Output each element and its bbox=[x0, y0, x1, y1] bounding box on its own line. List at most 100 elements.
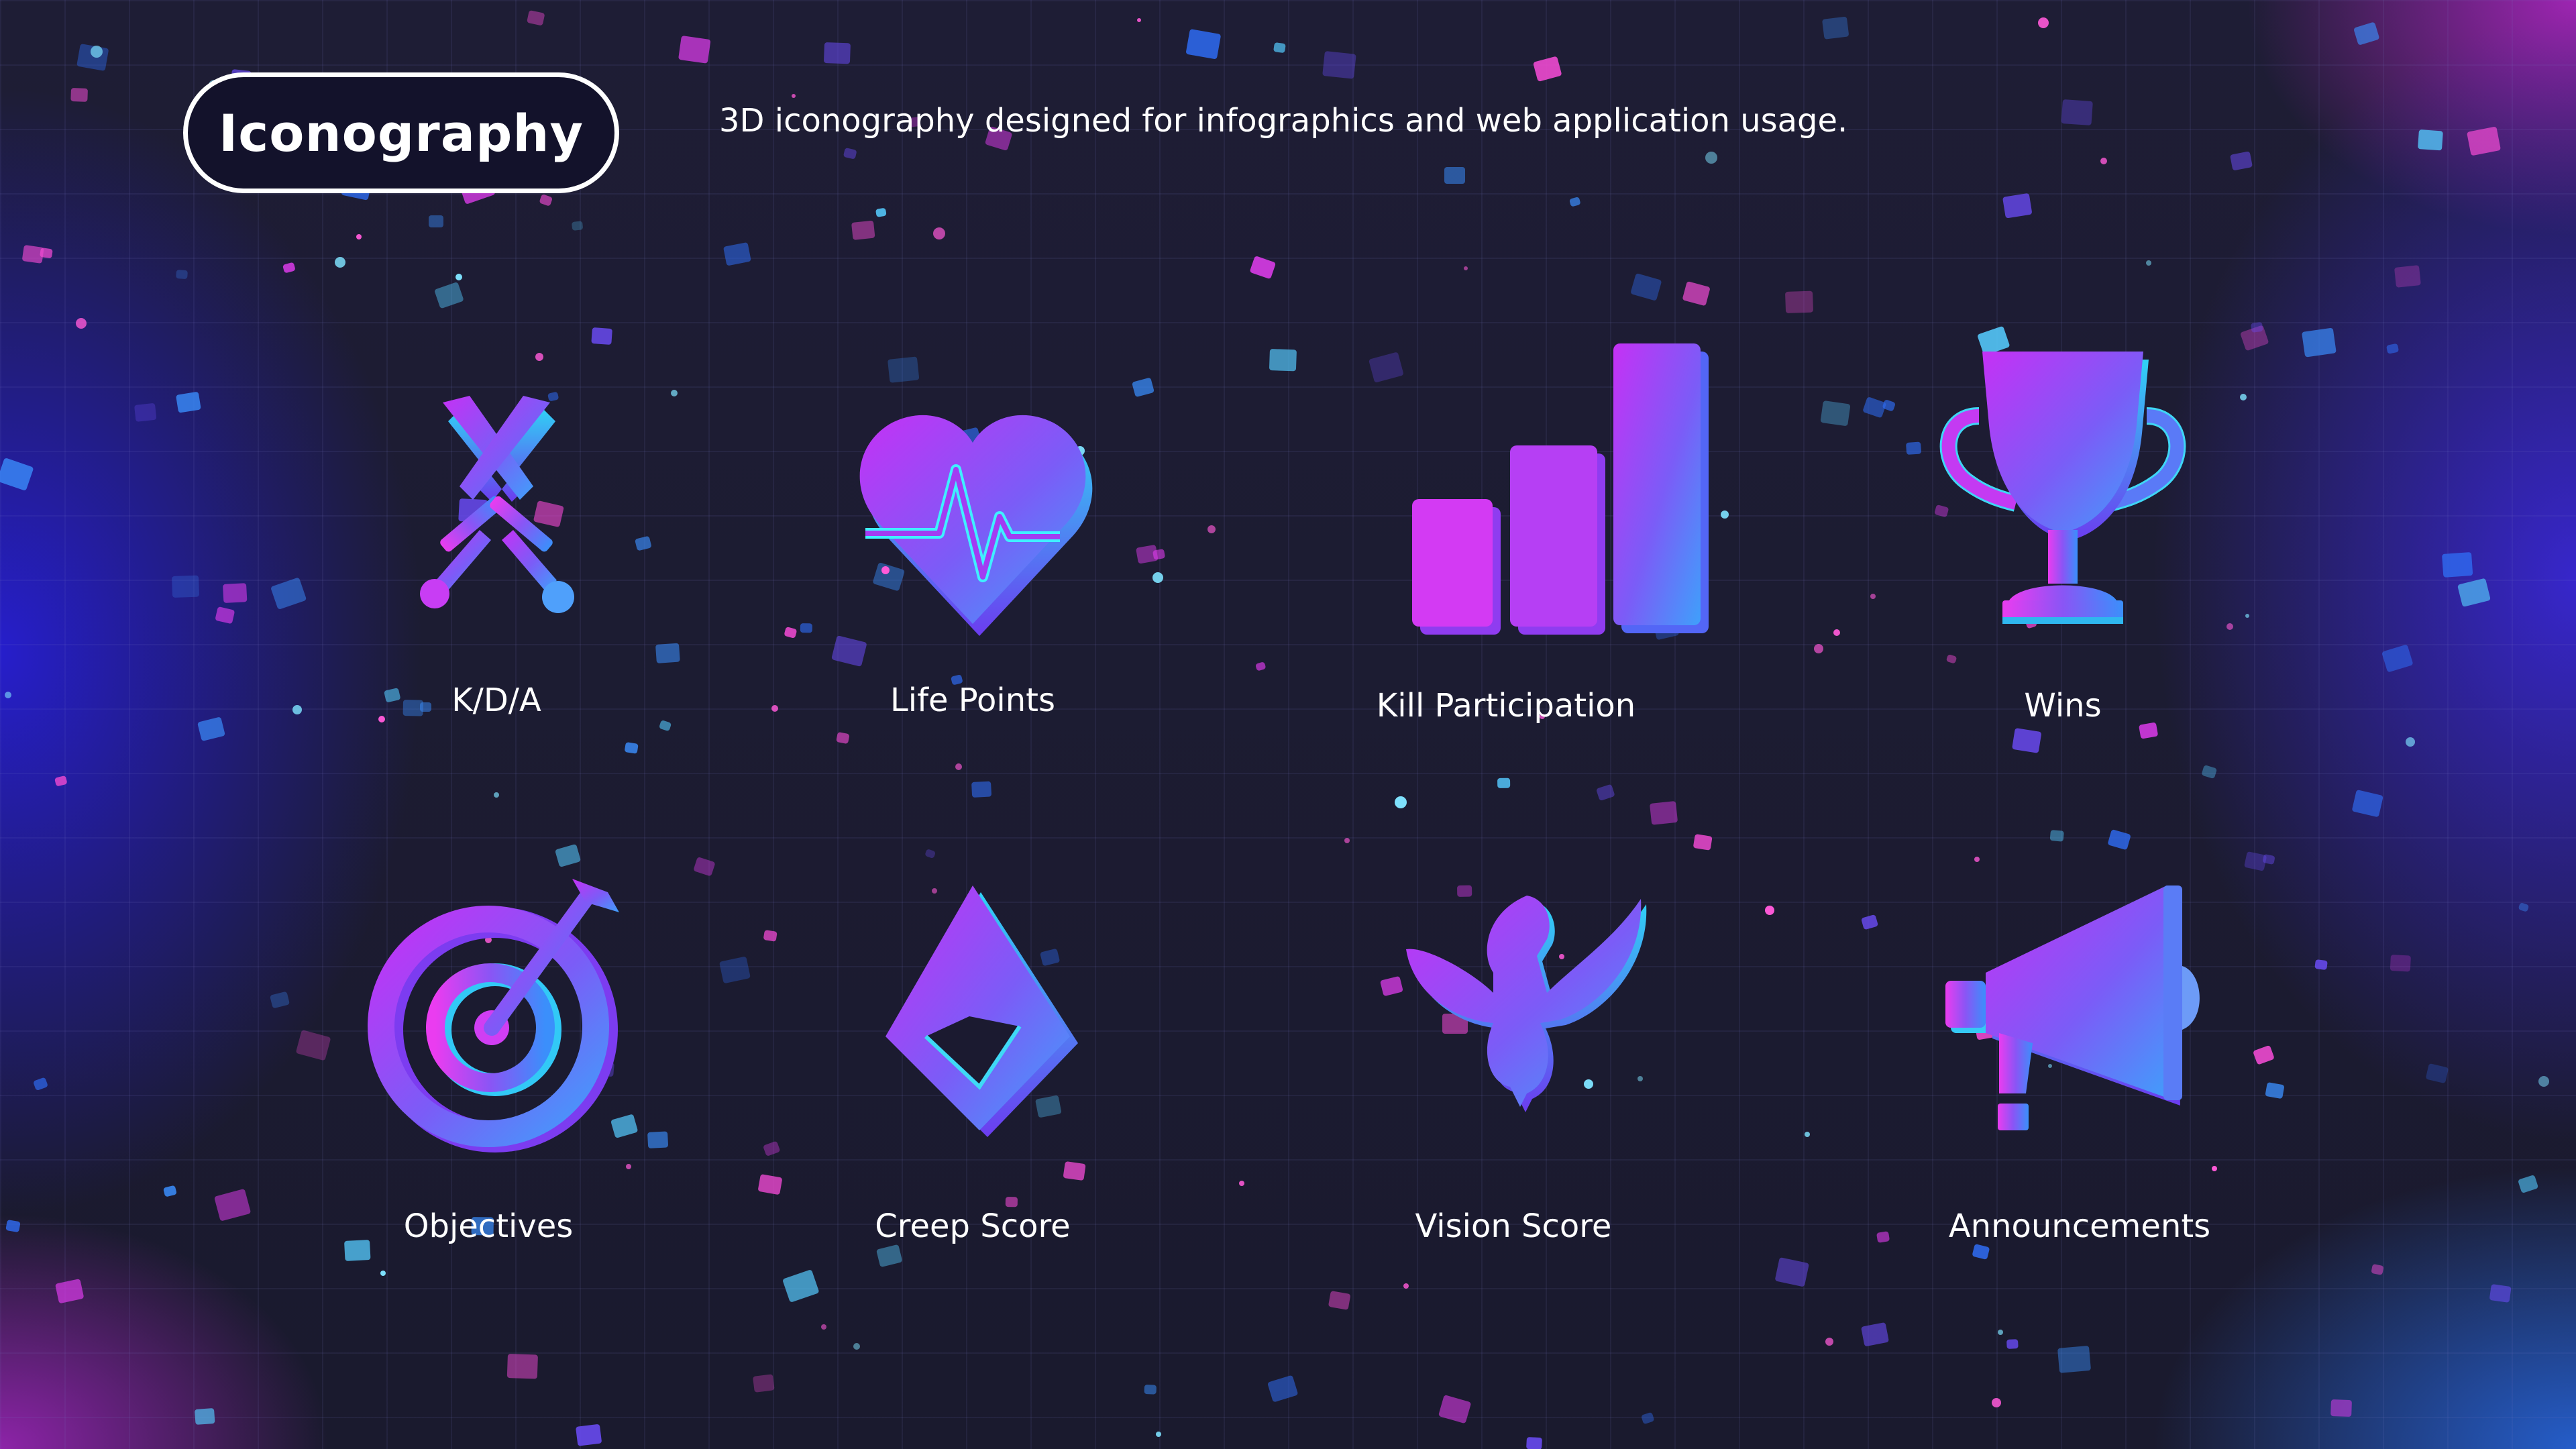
background-particle bbox=[1273, 42, 1286, 53]
background-dot bbox=[2538, 1076, 2549, 1087]
background-particle bbox=[195, 1408, 215, 1425]
background-particle bbox=[223, 583, 248, 603]
background-particle bbox=[172, 575, 199, 598]
background-particle bbox=[214, 1189, 251, 1221]
crossed-swords-icon bbox=[420, 396, 574, 613]
background-particle bbox=[54, 775, 67, 786]
background-dot bbox=[356, 234, 362, 239]
background-dot bbox=[1137, 18, 1141, 22]
background-dot bbox=[792, 94, 796, 98]
background-particle bbox=[1144, 1385, 1157, 1395]
background-particle bbox=[1255, 662, 1266, 671]
background-particle bbox=[576, 1424, 602, 1446]
background-particle bbox=[2006, 1339, 2019, 1349]
background-dot bbox=[5, 692, 11, 698]
icon-tile-life-points: Life Points bbox=[771, 376, 1174, 778]
background-particle bbox=[435, 282, 464, 309]
background-particle bbox=[197, 717, 225, 741]
background-dot bbox=[933, 227, 945, 239]
background-particle bbox=[1820, 400, 1851, 426]
background-particle bbox=[539, 195, 552, 206]
page-title: Iconography bbox=[218, 103, 584, 163]
background-particle bbox=[572, 221, 583, 231]
background-particle bbox=[694, 857, 715, 876]
background-particle bbox=[591, 327, 612, 345]
background-particle bbox=[2390, 955, 2411, 972]
megaphone-icon bbox=[1945, 885, 2200, 1130]
background-particle bbox=[1444, 167, 1465, 184]
background-particle bbox=[2302, 327, 2337, 358]
background-particle bbox=[2057, 1346, 2091, 1373]
icon-label: Kill Participation bbox=[1376, 687, 1636, 724]
background-particle bbox=[34, 1077, 48, 1090]
background-particle bbox=[1642, 1412, 1654, 1424]
background-particle bbox=[843, 148, 857, 159]
background-particle bbox=[2371, 1264, 2383, 1275]
background-particle bbox=[1328, 1291, 1350, 1310]
background-particle bbox=[2049, 830, 2064, 842]
background-particle bbox=[2314, 959, 2328, 970]
background-particle bbox=[2230, 151, 2253, 170]
background-particle bbox=[527, 10, 545, 25]
background-particle bbox=[2518, 903, 2529, 912]
background-dot bbox=[1395, 796, 1407, 808]
background-particle bbox=[925, 849, 936, 858]
background-particle bbox=[1497, 777, 1511, 788]
icon-label: Life Points bbox=[890, 682, 1055, 719]
background-dot bbox=[494, 792, 499, 798]
icon-label: Vision Score bbox=[1415, 1208, 1612, 1245]
background-particle bbox=[2426, 1063, 2449, 1083]
background-dot bbox=[2100, 158, 2107, 164]
background-particle bbox=[971, 781, 991, 798]
icon-tile-creep-score: Creep Score bbox=[771, 872, 1174, 1275]
background-particle bbox=[2386, 343, 2399, 354]
background-particle bbox=[1861, 914, 1878, 930]
background-particle bbox=[1267, 1375, 1298, 1402]
background-particle bbox=[1650, 801, 1678, 825]
bar-chart-icon bbox=[1412, 343, 1709, 635]
background-particle bbox=[2352, 790, 2383, 817]
background-dot bbox=[1403, 1283, 1409, 1289]
page-subtitle: 3D iconography designed for infographics… bbox=[719, 102, 1848, 140]
background-particle bbox=[176, 392, 201, 413]
background-dot bbox=[2146, 260, 2151, 266]
background-dot bbox=[1805, 1132, 1810, 1137]
background-particle bbox=[555, 844, 581, 867]
background-dot bbox=[335, 257, 345, 268]
background-particle bbox=[1322, 51, 1356, 79]
background-particle bbox=[429, 215, 443, 227]
icon-tile-kill-participation: Kill Participation bbox=[1305, 343, 1709, 778]
background-particle bbox=[875, 208, 887, 217]
background-dot bbox=[1705, 152, 1717, 164]
background-particle bbox=[1438, 1395, 1471, 1424]
icon-label: Announcements bbox=[1948, 1208, 2211, 1245]
background-particle bbox=[2457, 578, 2491, 607]
background-dot bbox=[1721, 511, 1729, 519]
background-particle bbox=[824, 42, 851, 64]
background-particle bbox=[851, 220, 875, 240]
background-dot bbox=[91, 46, 103, 58]
background-particle bbox=[282, 262, 295, 273]
icon-tile-kda: K/D/A bbox=[295, 376, 698, 778]
background-particle bbox=[2442, 552, 2473, 578]
background-particle bbox=[1597, 784, 1615, 801]
target-icon bbox=[368, 879, 619, 1152]
icon-tile-wins: Wins bbox=[1862, 352, 2264, 778]
background-particle bbox=[2394, 265, 2421, 288]
background-particle bbox=[2251, 322, 2263, 333]
background-particle bbox=[2002, 193, 2032, 219]
background-dot bbox=[1344, 838, 1350, 843]
icon-label: Wins bbox=[2024, 687, 2102, 724]
background-dot bbox=[1208, 525, 1216, 533]
background-particle bbox=[5, 1220, 21, 1232]
background-particle bbox=[2244, 851, 2267, 871]
background-particle bbox=[753, 1374, 775, 1393]
background-particle bbox=[134, 403, 157, 422]
title-pill: Iconography bbox=[183, 72, 619, 193]
icon-label: Objectives bbox=[403, 1208, 574, 1245]
background-particle bbox=[719, 957, 751, 983]
background-particle bbox=[1775, 1257, 1809, 1287]
background-particle bbox=[1186, 29, 1221, 59]
background-dot bbox=[1464, 266, 1468, 270]
icon-label: Creep Score bbox=[875, 1208, 1071, 1245]
